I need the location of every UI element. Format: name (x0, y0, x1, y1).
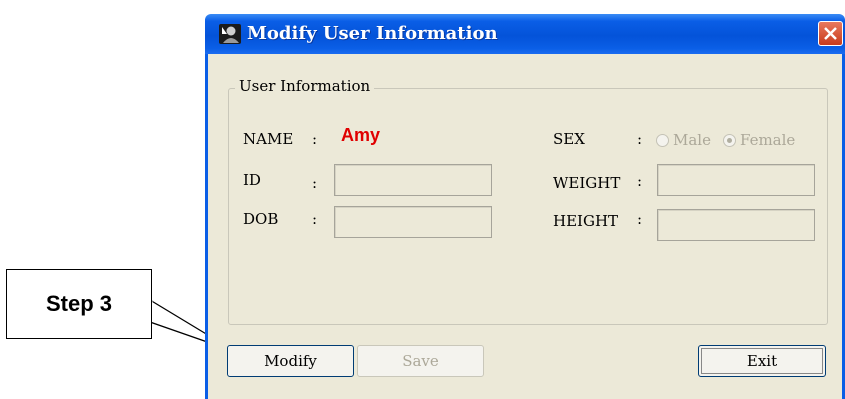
weight-field[interactable] (657, 164, 815, 196)
height-label: HEIGHT (553, 212, 619, 230)
close-icon (824, 27, 837, 40)
user-info-groupbox (228, 88, 828, 325)
user-avatar-icon (219, 24, 241, 44)
name-value: Amy (341, 125, 381, 145)
weight-colon: : (637, 172, 643, 190)
dob-label: DOB (243, 210, 279, 228)
id-field[interactable] (334, 164, 492, 196)
id-label: ID (243, 171, 261, 189)
save-button[interactable]: Save (357, 345, 484, 377)
exit-button[interactable]: Exit (698, 345, 826, 377)
height-colon: : (637, 210, 643, 228)
name-label: NAME (243, 130, 294, 148)
window-title: Modify User Information (247, 23, 498, 44)
title-bar[interactable]: Modify User Information (205, 14, 845, 54)
name-colon: : (312, 130, 318, 148)
male-radio-label: Male (673, 131, 711, 149)
sex-colon: : (637, 130, 643, 148)
save-button-label: Save (402, 352, 439, 370)
modify-button[interactable]: Modify (227, 345, 354, 377)
exit-button-label: Exit (746, 352, 778, 370)
dob-field[interactable] (334, 206, 492, 238)
step-callout-label: Step 3 (45, 291, 113, 316)
modify-button-label: Modify (264, 352, 317, 370)
sex-radio-group: Male Female (656, 131, 803, 149)
dob-colon: : (312, 210, 318, 228)
sex-label: SEX (553, 130, 585, 148)
close-button[interactable] (818, 21, 843, 46)
step-callout: Step 3 (6, 269, 152, 339)
groupbox-label: User Information (235, 77, 375, 95)
id-colon: : (312, 174, 318, 192)
female-radio[interactable] (722, 133, 736, 147)
male-radio[interactable] (656, 133, 669, 147)
weight-label: WEIGHT (553, 174, 621, 192)
female-radio-label: Female (739, 131, 796, 149)
height-field[interactable] (657, 209, 815, 241)
